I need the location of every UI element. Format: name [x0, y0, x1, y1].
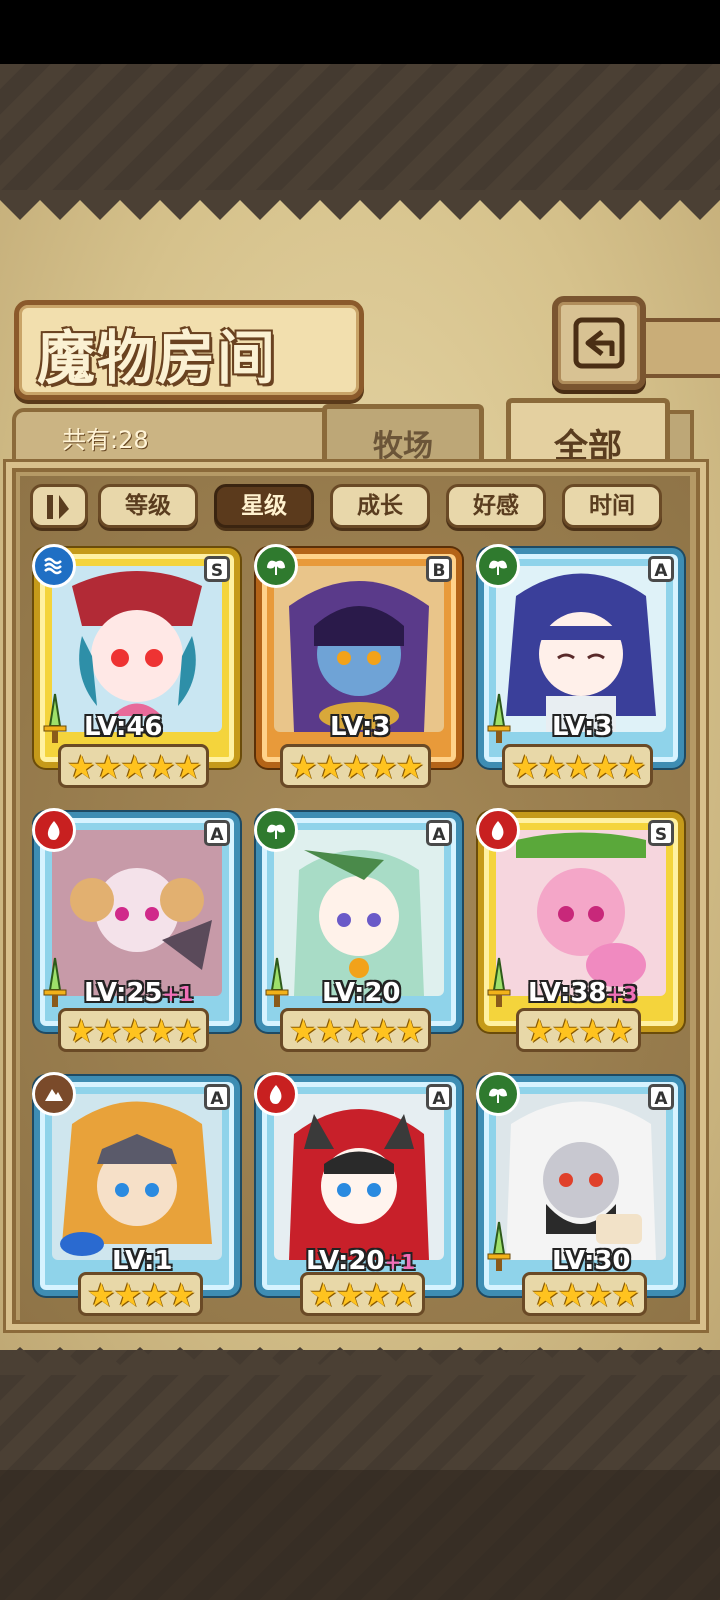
level-label: LV:3 [552, 712, 612, 742]
level-label: LV:46 [84, 712, 163, 742]
level-label: LV:3 [330, 712, 390, 742]
tab-all-label: 全部 [554, 427, 622, 467]
star-rating: ★★★★★ [58, 1008, 210, 1052]
monster-portrait [274, 830, 444, 996]
level-plus: +1 [384, 1250, 416, 1274]
back-button-rail [636, 318, 720, 378]
monster-card[interactable]: S LV:38+3 ★★★★ [476, 808, 684, 1054]
map-background-bottom [0, 1350, 720, 1600]
sort-level-button[interactable]: 等级 [98, 484, 198, 528]
monster-card[interactable]: A LV:1 ★★★★ [32, 1072, 240, 1318]
level-value: LV:3 [552, 712, 613, 742]
rank-badge: B [426, 556, 452, 582]
rank-badge: A [426, 1084, 452, 1110]
zigzag-border-top [0, 190, 720, 220]
fire-icon [476, 808, 520, 852]
monster-card[interactable]: A LV:25+1 ★★★★★ [32, 808, 240, 1054]
sort-growth-button[interactable]: 成长 [330, 484, 430, 528]
level-value: LV:46 [84, 712, 163, 742]
level-value: LV:3 [330, 712, 391, 742]
rank-badge: A [648, 556, 674, 582]
back-button[interactable] [552, 296, 646, 390]
leaf-icon [254, 544, 298, 588]
status-bar [0, 0, 720, 64]
monster-portrait [52, 1094, 222, 1260]
level-label: LV:25+1 [84, 978, 193, 1008]
sword-icon [265, 957, 289, 1007]
level-label: LV:38+3 [528, 978, 637, 1008]
star-rating: ★★★★★ [502, 744, 654, 788]
monster-portrait [496, 566, 666, 732]
monster-portrait [496, 830, 666, 996]
monster-portrait [496, 1094, 666, 1260]
monster-card[interactable]: A LV:30 ★★★★ [476, 1072, 684, 1318]
rank-badge: A [648, 1084, 674, 1110]
monster-card[interactable]: B LV:3 ★★★★★ [254, 544, 462, 790]
rank-badge: S [204, 556, 230, 582]
level-plus: +3 [606, 982, 638, 1006]
level-value: LV:25 [84, 978, 163, 1008]
level-plus: +1 [162, 982, 194, 1006]
star-rating: ★★★★ [516, 1008, 641, 1052]
monster-card[interactable]: S LV:46 ★★★★★ [32, 544, 240, 790]
sort-star-button[interactable]: 星级 [214, 484, 314, 528]
sort-order-icon [47, 495, 69, 519]
map-background-top [0, 64, 720, 194]
sword-icon [487, 1221, 511, 1271]
sword-icon [43, 957, 67, 1007]
star-rating: ★★★★★ [58, 744, 210, 788]
level-value: LV:20 [322, 978, 401, 1008]
tab-farm-label: 牧场 [373, 429, 433, 464]
sort-affection-button[interactable]: 好感 [446, 484, 546, 528]
sword-icon [43, 693, 67, 743]
leaf-icon [476, 544, 520, 588]
sort-time-button[interactable]: 时间 [562, 484, 662, 528]
return-arrow-icon [573, 317, 625, 369]
monster-card[interactable]: A LV:3 ★★★★★ [476, 544, 684, 790]
rank-badge: S [648, 820, 674, 846]
monster-portrait [274, 1094, 444, 1260]
title-plate: 魔物房间 [14, 300, 364, 400]
monster-card[interactable]: A LV:20+1 ★★★★ [254, 1072, 462, 1318]
tab-farm[interactable]: 牧场 [322, 404, 484, 466]
zigzag-border-bottom [0, 1347, 720, 1375]
sword-icon [487, 693, 511, 743]
rank-badge: A [426, 820, 452, 846]
leaf-icon [254, 808, 298, 852]
sort-order-toggle[interactable] [30, 484, 88, 528]
sword-icon [487, 957, 511, 1007]
star-rating: ★★★★ [78, 1272, 203, 1316]
monster-portrait [52, 566, 222, 732]
tab-rail [670, 410, 694, 466]
rank-badge: A [204, 1084, 230, 1110]
fire-icon [254, 1072, 298, 1116]
star-rating: ★★★★★ [280, 744, 432, 788]
star-rating: ★★★★ [522, 1272, 647, 1316]
water-icon [32, 544, 76, 588]
tab-all[interactable]: 全部 [506, 398, 670, 468]
monster-portrait [274, 566, 444, 732]
page-title: 魔物房间 [37, 324, 278, 392]
star-rating: ★★★★ [300, 1272, 425, 1316]
monster-portrait [52, 830, 222, 996]
earth-icon [32, 1072, 76, 1116]
level-label: LV:20 [322, 978, 401, 1008]
rank-badge: A [204, 820, 230, 846]
level-value: LV:38 [528, 978, 607, 1008]
fire-icon [32, 808, 76, 852]
leaf-icon [476, 1072, 520, 1116]
monster-card[interactable]: A LV:20 ★★★★★ [254, 808, 462, 1054]
monster-count: 共有:28 [62, 426, 149, 454]
star-rating: ★★★★★ [280, 1008, 432, 1052]
